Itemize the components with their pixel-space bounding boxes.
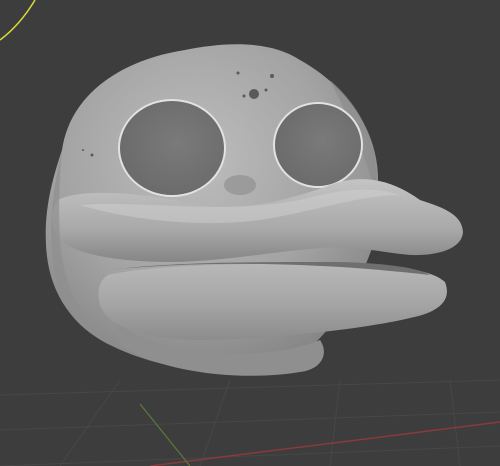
viewport-canvas[interactable] (0, 0, 500, 466)
selection-outline-arc (0, 0, 36, 41)
y-axis-line (139, 403, 191, 466)
lower-beak (98, 263, 447, 340)
3d-viewport[interactable] (0, 0, 500, 466)
x-axis-line (149, 421, 500, 466)
sculpted-head-mesh[interactable] (45, 44, 463, 376)
nose-bump (224, 175, 256, 195)
